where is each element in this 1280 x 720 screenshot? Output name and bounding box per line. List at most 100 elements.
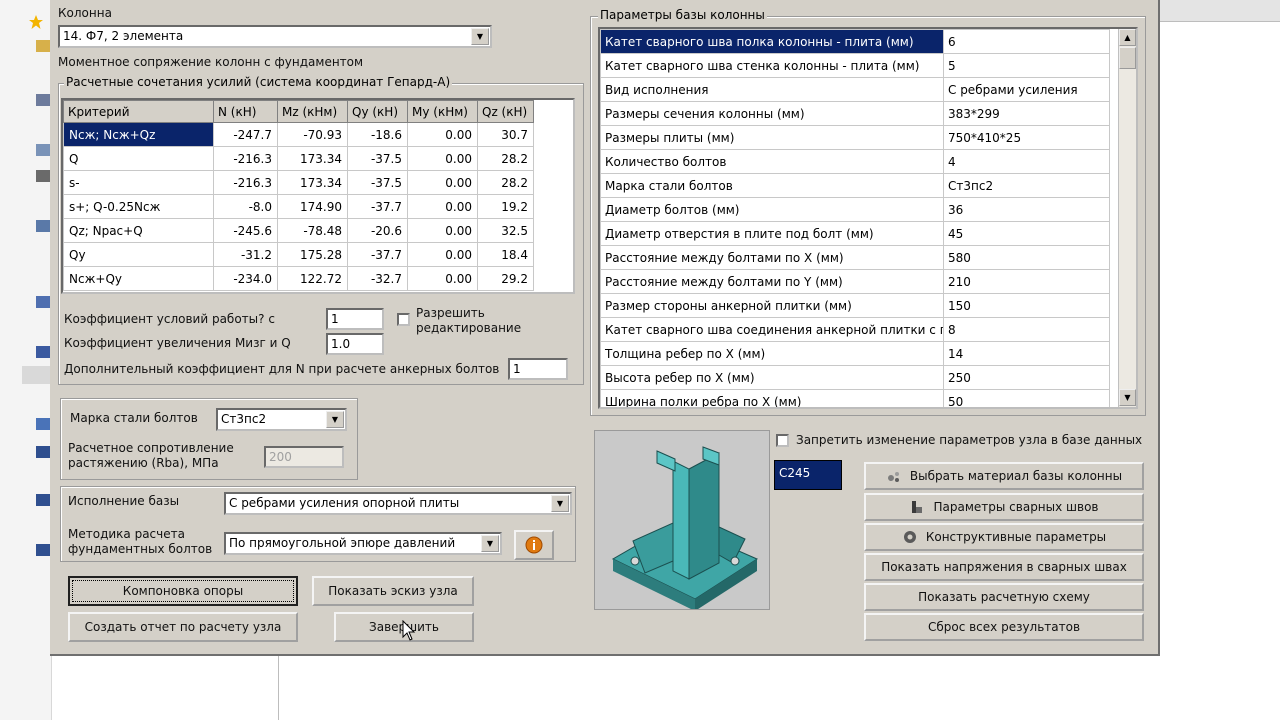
param-name[interactable]: Диаметр болтов (мм) (600, 197, 944, 222)
column-header[interactable]: N (кН) (213, 100, 278, 123)
base-type-select[interactable]: С ребрами усиления опорной плиты ▼ (224, 492, 572, 515)
table-cell[interactable]: -37.5 (347, 146, 408, 171)
table-cell[interactable]: 19.2 (477, 194, 534, 219)
allow-edit-checkbox[interactable] (397, 313, 410, 326)
weld-params-button[interactable]: Параметры сварных швов (864, 493, 1144, 521)
param-name[interactable]: Диаметр отверстия в плите под болт (мм) (600, 221, 944, 246)
table-cell[interactable]: -37.5 (347, 170, 408, 195)
param-name[interactable]: Вид исполнения (600, 77, 944, 102)
table-cell[interactable]: 30.7 (477, 122, 534, 147)
table-cell[interactable]: -8.0 (213, 194, 278, 219)
param-value[interactable]: Ст3пс2 (943, 173, 1110, 198)
param-row[interactable]: Размеры сечения колонны (мм) 383*299 (600, 101, 1110, 126)
table-cell[interactable]: 0.00 (407, 170, 478, 195)
param-value[interactable]: 750*410*25 (943, 125, 1110, 150)
table-cell[interactable]: 173.34 (277, 146, 348, 171)
select-material-button[interactable]: Выбрать материал базы колонны (864, 462, 1144, 490)
table-cell[interactable]: 0.00 (407, 266, 478, 291)
table-row[interactable]: Nсж; Nсж+Qz -247.7 -70.93 -18.6 0.00 30.7 (63, 122, 534, 147)
column-header[interactable]: Mz (кНм) (277, 100, 348, 123)
table-cell[interactable]: 29.2 (477, 266, 534, 291)
table-cell[interactable]: Qy (63, 242, 214, 267)
chevron-down-icon[interactable]: ▼ (481, 535, 499, 552)
param-name[interactable]: Размер стороны анкерной плитки (мм) (600, 293, 944, 318)
table-row[interactable]: Qy -31.2 175.28 -37.7 0.00 18.4 (63, 242, 534, 267)
increase-coef-input[interactable]: 1.0 (326, 333, 384, 355)
param-row[interactable]: Катет сварного шва полка колонны - плита… (600, 29, 1110, 54)
show-scheme-button[interactable]: Показать расчетную схему (864, 583, 1144, 611)
param-name[interactable]: Расстояние между болтами по X (мм) (600, 245, 944, 270)
table-cell[interactable]: 32.5 (477, 218, 534, 243)
param-row[interactable]: Размер стороны анкерной плитки (мм) 150 (600, 293, 1110, 318)
table-cell[interactable]: 0.00 (407, 218, 478, 243)
param-value[interactable]: 45 (943, 221, 1110, 246)
table-cell[interactable]: -20.6 (347, 218, 408, 243)
param-row[interactable]: Диаметр отверстия в плите под болт (мм) 4… (600, 221, 1110, 246)
table-cell[interactable]: -216.3 (213, 170, 278, 195)
scroll-thumb[interactable] (1119, 47, 1136, 69)
column-header[interactable]: My (кНм) (407, 100, 478, 123)
table-cell[interactable]: -78.48 (277, 218, 348, 243)
work-coef-input[interactable]: 1 (326, 308, 384, 330)
table-cell[interactable]: 28.2 (477, 146, 534, 171)
table-cell[interactable]: s- (63, 170, 214, 195)
param-name[interactable]: Катет сварного шва полка колонны - плита… (600, 29, 944, 54)
param-name[interactable]: Количество болтов (600, 149, 944, 174)
param-row[interactable]: Катет сварного шва стенка колонны - плит… (600, 53, 1110, 78)
table-cell[interactable]: -18.6 (347, 122, 408, 147)
method-select[interactable]: По прямоугольной эпюре давлений ▼ (224, 532, 502, 555)
table-cell[interactable]: 28.2 (477, 170, 534, 195)
param-name[interactable]: Расстояние между болтами по Y (мм) (600, 269, 944, 294)
param-row[interactable]: Вид исполнения С ребрами усиления (600, 77, 1110, 102)
table-cell[interactable]: -247.7 (213, 122, 278, 147)
param-value[interactable]: 250 (943, 365, 1110, 390)
scroll-up-button[interactable]: ▲ (1119, 29, 1136, 46)
table-cell[interactable]: -31.2 (213, 242, 278, 267)
param-row[interactable]: Диаметр болтов (мм) 36 (600, 197, 1110, 222)
param-name[interactable]: Марка стали болтов (600, 173, 944, 198)
param-row[interactable]: Толщина ребер по X (мм) 14 (600, 341, 1110, 366)
table-cell[interactable]: Nсж; Nсж+Qz (63, 122, 214, 147)
param-value[interactable]: С ребрами усиления (943, 77, 1110, 102)
table-cell[interactable]: 0.00 (407, 146, 478, 171)
param-row[interactable]: Размеры плиты (мм) 750*410*25 (600, 125, 1110, 150)
param-row[interactable]: Количество болтов 4 (600, 149, 1110, 174)
param-name[interactable]: Высота ребер по X (мм) (600, 365, 944, 390)
param-value[interactable]: 210 (943, 269, 1110, 294)
chevron-down-icon[interactable]: ▼ (326, 411, 344, 428)
param-value[interactable]: 5 (943, 53, 1110, 78)
table-row[interactable]: s+; Q-0.25Nсж -8.0 174.90 -37.7 0.00 19.2 (63, 194, 534, 219)
param-value[interactable]: 50 (943, 389, 1110, 407)
table-cell[interactable]: 0.00 (407, 194, 478, 219)
column-select[interactable]: 14. Ф7, 2 элемента ▼ (58, 25, 492, 48)
table-cell[interactable]: 173.34 (277, 170, 348, 195)
create-report-button[interactable]: Создать отчет по расчету узла (68, 612, 298, 642)
table-cell[interactable]: 175.28 (277, 242, 348, 267)
param-row[interactable]: Марка стали болтов Ст3пс2 (600, 173, 1110, 198)
table-cell[interactable]: 174.90 (277, 194, 348, 219)
param-row[interactable]: Ширина полки ребра по X (мм) 50 (600, 389, 1110, 407)
scroll-down-button[interactable]: ▼ (1119, 389, 1136, 406)
reset-results-button[interactable]: Сброс всех результатов (864, 613, 1144, 641)
info-button[interactable] (514, 530, 554, 560)
param-name[interactable]: Катет сварного шва стенка колонны - плит… (600, 53, 944, 78)
chevron-down-icon[interactable]: ▼ (471, 28, 489, 45)
params-scrollbar[interactable]: ▲ ▼ (1118, 29, 1136, 407)
layout-button[interactable]: Компоновка опоры (68, 576, 298, 606)
param-value[interactable]: 36 (943, 197, 1110, 222)
table-cell[interactable]: -37.7 (347, 194, 408, 219)
column-header[interactable]: Qz (кН) (477, 100, 534, 123)
param-row[interactable]: Катет сварного шва соединения анкерной п… (600, 317, 1110, 342)
param-value[interactable]: 14 (943, 341, 1110, 366)
table-cell[interactable]: -234.0 (213, 266, 278, 291)
steel-select[interactable]: Ст3пс2 ▼ (216, 408, 347, 431)
param-value[interactable]: 150 (943, 293, 1110, 318)
table-row[interactable]: Q -216.3 173.34 -37.5 0.00 28.2 (63, 146, 534, 171)
constructive-params-button[interactable]: Конструктивные параметры (864, 523, 1144, 551)
param-value[interactable]: 6 (943, 29, 1110, 54)
param-name[interactable]: Ширина полки ребра по X (мм) (600, 389, 944, 407)
column-header[interactable]: Критерий (63, 100, 214, 123)
param-name[interactable]: Катет сварного шва соединения анкерной п… (600, 317, 944, 342)
table-cell[interactable]: -70.93 (277, 122, 348, 147)
param-row[interactable]: Расстояние между болтами по X (мм) 580 (600, 245, 1110, 270)
